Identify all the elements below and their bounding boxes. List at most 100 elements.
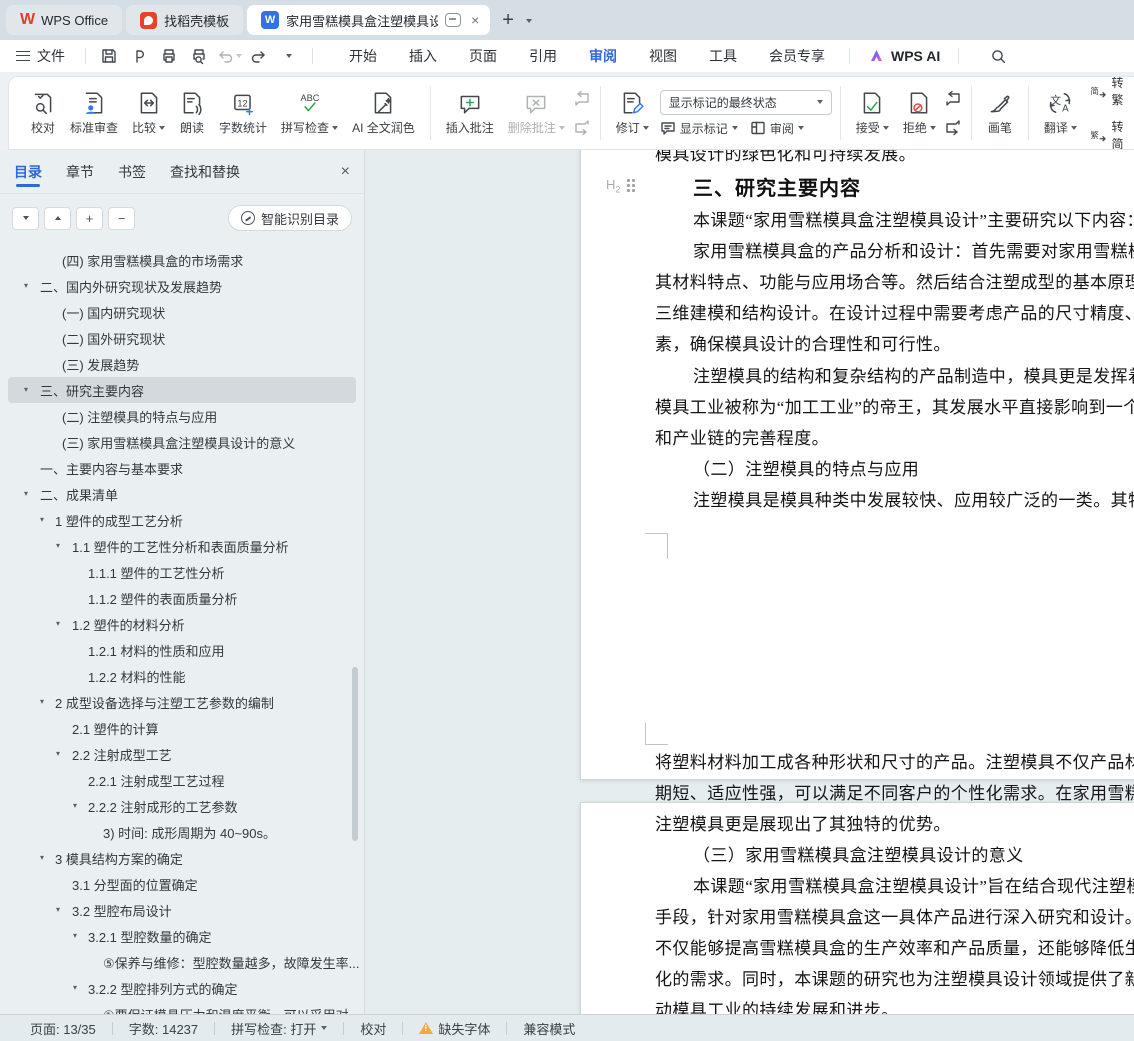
proofread-button[interactable]: 校对 [23,86,63,140]
toc-item[interactable]: ▾ 3.2.1 型腔数量的确定 [0,923,364,949]
toc-item[interactable]: ▾ 2.2.2 注射成形的工艺参数 [0,793,364,819]
review-pane-button[interactable]: 审阅 [750,120,804,137]
toc-item[interactable]: ⑤保养与维修：型腔数量越多，故障发生率... [0,949,364,975]
track-changes-button[interactable]: 修订 [609,86,656,140]
file-menu-button[interactable]: 文件 [0,46,77,66]
toc-item[interactable]: 3.1 分型面的位置确定 [0,871,364,897]
sidebar-tab-0[interactable]: 目录 [14,151,42,193]
insert-comment-button[interactable]: 插入批注 [439,86,501,140]
collapse-triangle-icon[interactable]: ▾ [24,385,28,394]
toc-item[interactable]: ▾ 三、研究主要内容 [8,377,356,403]
sidebar-tab-1[interactable]: 章节 [66,151,94,193]
collapse-triangle-icon[interactable]: ▾ [40,853,44,862]
smart-toc-button[interactable]: 智能识别目录 [227,205,352,231]
collapse-triangle-icon[interactable]: ▾ [73,931,77,940]
sidebar-tab-3[interactable]: 查找和替换 [170,151,240,193]
toc-item[interactable]: (二) 注塑模具的特点与应用 [0,403,364,429]
collapse-triangle-icon[interactable]: ▾ [56,541,60,550]
collapse-triangle-icon[interactable]: ▾ [56,905,60,914]
collapse-triangle-icon[interactable]: ▾ [40,697,44,706]
to-traditional-button[interactable]: 简 转繁 [1088,77,1134,108]
compare-button[interactable]: 比较 [125,86,172,140]
toc-item[interactable]: ▾ 2.2 注射成型工艺 [0,741,364,767]
menubar-item-1[interactable]: 插入 [393,40,453,72]
tab-document[interactable]: W 家用雪糕模具盒注塑模具设计 × [247,5,491,35]
expand-down-button[interactable] [12,206,39,230]
toc-item[interactable]: 2.1 塑件的计算 [0,715,364,741]
sidebar-scrollbar[interactable] [352,667,358,841]
next-comment-icon[interactable] [572,116,592,136]
spellcheck-toggle[interactable]: 拼写检查: 打开 [215,1019,343,1038]
tab-list-chevron-icon[interactable] [522,15,536,25]
word-count-button[interactable]: 12 字数统计 [212,86,274,140]
menubar-item-0[interactable]: 开始 [333,40,393,72]
print-preview-button[interactable] [186,44,212,68]
tab-template-store[interactable]: 找稻壳模板 [126,5,244,35]
show-markup-button[interactable]: 显示标记 [660,120,738,137]
collapse-triangle-icon[interactable]: ▾ [40,515,44,524]
new-tab-button[interactable]: + [494,9,522,32]
collapse-triangle-icon[interactable]: ▾ [56,619,60,628]
menubar-item-2[interactable]: 页面 [453,40,513,72]
standard-review-button[interactable]: 标准审查 [63,86,125,140]
toc-item[interactable]: ▾ 3.2.2 型腔排列方式的确定 [0,975,364,1001]
toc-item[interactable]: ▾ 二、国内外研究现状及发展趋势 [0,273,364,299]
reject-button[interactable]: 拒绝 [896,86,943,140]
menubar-item-6[interactable]: 工具 [693,40,753,72]
sidebar-tab-2[interactable]: 书签 [118,151,146,193]
wps-ai-button[interactable]: WPS AI [858,48,950,64]
next-change-icon[interactable] [943,116,963,136]
toc-item[interactable]: (四) 家用雪糕模具盒的市场需求 [0,247,364,273]
word-count-indicator[interactable]: 字数: 14237 [113,1019,214,1038]
print-button[interactable] [156,44,182,68]
toc-item[interactable]: (三) 家用雪糕模具盒注塑模具设计的意义 [0,429,364,455]
pen-button[interactable]: 画笔 [980,86,1020,140]
toc-item[interactable]: ▾ 二、成果清单 [0,481,364,507]
toc-item[interactable]: 1.1.2 塑件的表面质量分析 [0,585,364,611]
search-icon[interactable] [985,44,1011,68]
close-tab-icon[interactable]: × [468,12,482,28]
toc-item[interactable]: ①要保证模具压力和温度平衡，可以采用对 [0,1001,364,1015]
export-pdf-button[interactable] [126,44,152,68]
menubar-item-4[interactable]: 审阅 [573,40,633,72]
collapse-triangle-icon[interactable]: ▾ [56,749,60,758]
doc-chat-icon[interactable] [445,13,462,27]
to-simplified-button[interactable]: 繁 转简 [1088,118,1134,149]
previous-comment-icon[interactable] [572,90,592,110]
drag-handle-icon[interactable] [627,179,635,192]
ai-polish-button[interactable]: AI 全文润色 [345,86,422,140]
proofread-status[interactable]: 校对 [344,1019,402,1038]
toc-item[interactable]: (二) 国外研究现状 [0,325,364,351]
menubar-item-3[interactable]: 引用 [513,40,573,72]
toc-item[interactable]: 3) 时间: 成形周期为 40~90s。 [0,819,364,845]
delete-comment-button[interactable]: 删除批注 [501,86,572,140]
missing-font-warning[interactable]: 缺失字体 [403,1019,506,1038]
toc-item[interactable]: ▾ 2 成型设备选择与注塑工艺参数的编制 [0,689,364,715]
toc-item[interactable]: 一、主要内容与基本要求 [0,455,364,481]
markup-state-dropdown[interactable]: 显示标记的最终状态 [659,89,832,115]
quick-toolbar-chevron-icon[interactable] [276,44,302,68]
accept-button[interactable]: 接受 [849,86,896,140]
toc-item[interactable]: 1.2.2 材料的性能 [0,663,364,689]
toc-item[interactable]: (一) 国内研究现状 [0,299,364,325]
toc-item[interactable]: ▾ 1 塑件的成型工艺分析 [0,507,364,533]
menubar-item-7[interactable]: 会员专享 [753,40,841,72]
collapse-triangle-icon[interactable]: ▾ [73,801,77,810]
expand-all-button[interactable]: + [76,206,103,230]
close-sidebar-icon[interactable]: × [341,163,350,181]
toc-item[interactable]: 2.2.1 注射成型工艺过程 [0,767,364,793]
toc-item[interactable]: ▾ 3 模具结构方案的确定 [0,845,364,871]
menubar-item-5[interactable]: 视图 [633,40,693,72]
read-aloud-button[interactable]: 朗读 [172,86,212,140]
toc-item[interactable]: 1.1.1 塑件的工艺性分析 [0,559,364,585]
compat-mode-indicator[interactable]: 兼容模式 [507,1019,591,1038]
previous-change-icon[interactable] [943,90,963,110]
heading-level-badge[interactable]: H2 [606,177,635,195]
translate-button[interactable]: 文A 翻译 [1037,86,1084,140]
collapse-triangle-icon[interactable]: ▾ [24,489,28,498]
spell-check-button[interactable]: ABC 拼写检查 [274,86,345,140]
redo-button[interactable] [246,44,272,68]
toc-item[interactable]: ▾ 3.2 型腔布局设计 [0,897,364,923]
undo-button[interactable] [216,44,242,68]
save-button[interactable] [96,44,122,68]
